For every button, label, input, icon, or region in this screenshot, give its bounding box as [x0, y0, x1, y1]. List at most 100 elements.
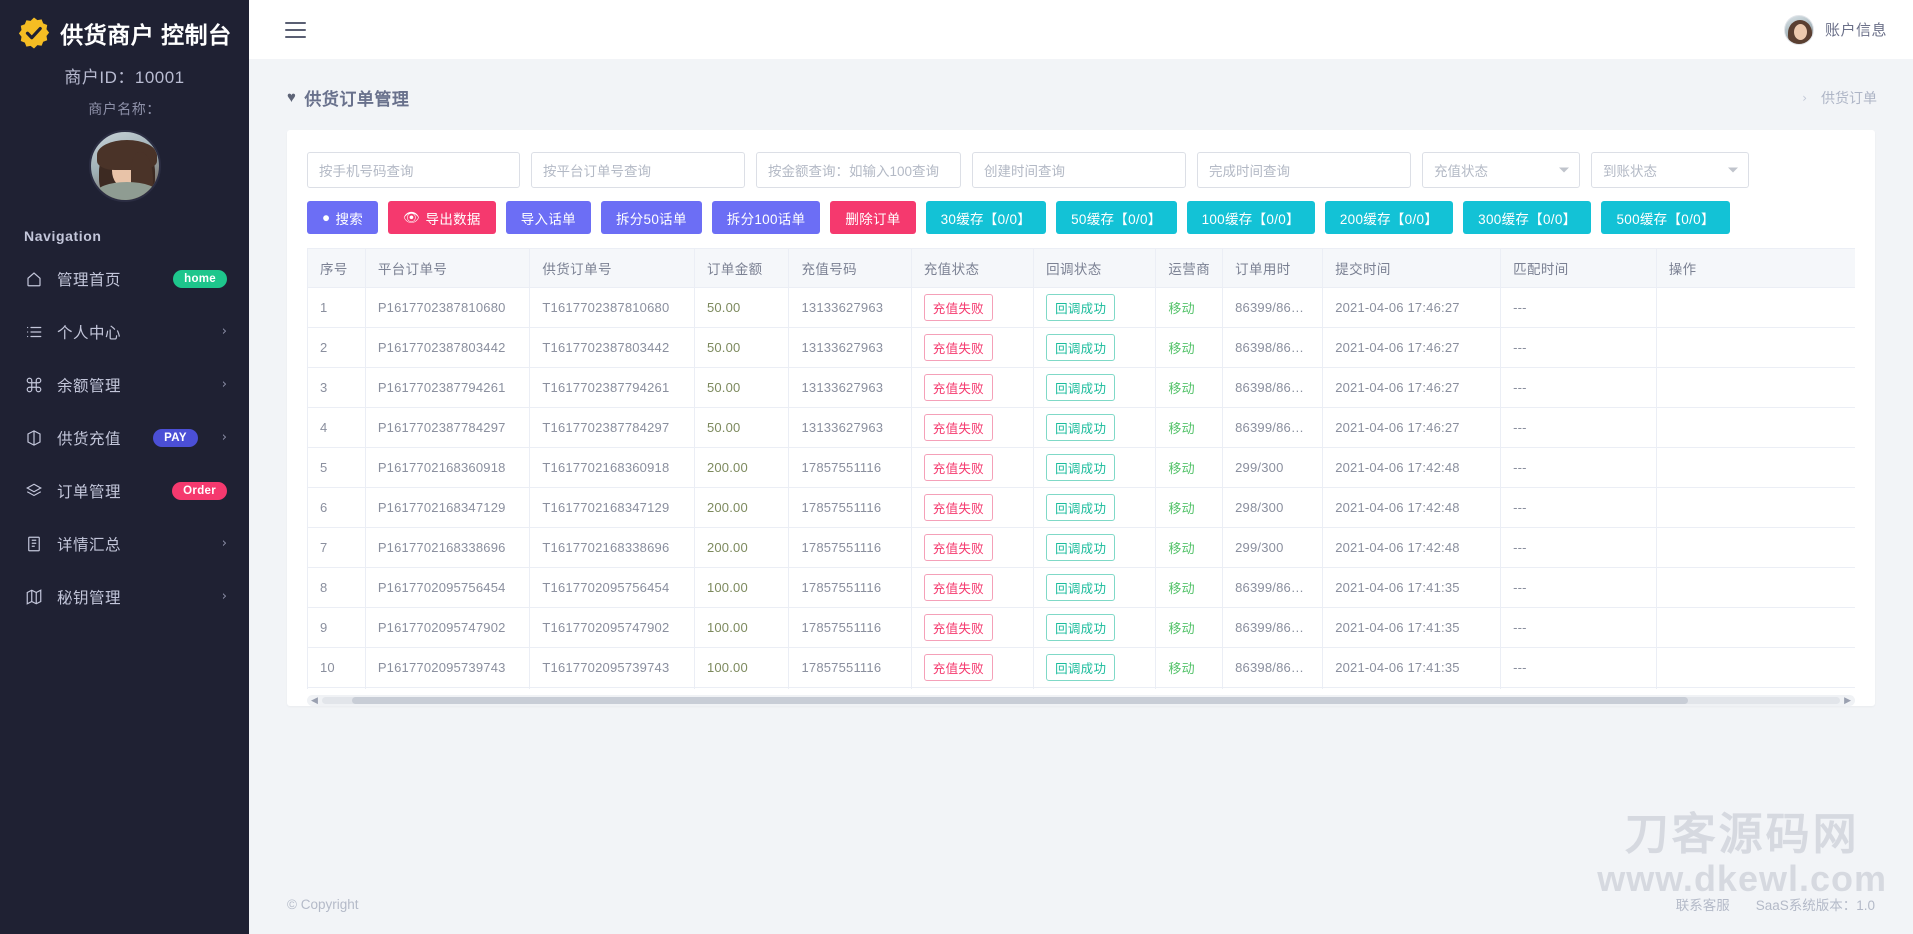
chevron-left-icon[interactable]: ◀	[307, 696, 322, 706]
sidebar-item-label: 余额管理	[57, 377, 122, 395]
sidebar-item-supply-recharge[interactable]: 供货充值 PAY ›	[0, 411, 249, 464]
command-icon	[24, 375, 43, 394]
cell-action[interactable]	[1655, 687, 1855, 689]
cell-supply-order: T1617702095739743	[529, 647, 695, 688]
table-row[interactable]: 9 P1617702095747902 T1617702095747902 100.0…	[307, 607, 1855, 648]
cell-action[interactable]	[1655, 527, 1855, 568]
sidebar-item-personal-center[interactable]: 个人中心 ›	[0, 305, 249, 358]
cell-match-time: ---	[1500, 527, 1657, 568]
sidebar-item-detail-summary[interactable]: 详情汇总 ›	[0, 517, 249, 570]
table-row[interactable]: 7 P1617702168338696 T1617702168338696 200.0…	[307, 527, 1855, 568]
chevron-right-icon[interactable]: ▶	[1840, 696, 1855, 706]
table-row[interactable]: 1 P1617702387810680 T1617702387810680 50.00…	[307, 287, 1855, 328]
column-header-callback-status: 回调状态	[1033, 248, 1157, 288]
cell-supply-order: T1617702387810680	[529, 287, 695, 328]
cell-action[interactable]	[1655, 447, 1855, 488]
cache-30-button[interactable]: 30缓存【0/0】	[925, 201, 1047, 234]
status-badge-callback: 回调成功	[1046, 334, 1116, 361]
cache-50-button[interactable]: 50缓存【0/0】	[1056, 201, 1177, 234]
status-badge-recharge: 充值失败	[923, 494, 993, 521]
cell-action[interactable]	[1655, 327, 1855, 368]
cell-seq: 7	[307, 527, 366, 568]
cell-action[interactable]	[1655, 407, 1855, 448]
table-row[interactable]: 5 P1617702168360918 T1617702168360918 200.0…	[307, 447, 1855, 488]
export-button[interactable]: 👁 导出数据	[388, 201, 496, 234]
sidebar-item-label: 个人中心	[57, 324, 122, 342]
search-input-phone[interactable]: 按手机号码查询	[307, 152, 520, 188]
search-input-amount[interactable]: 按金额查询：如输入100查询	[756, 152, 961, 188]
cell-recharge-status: 充值失败	[910, 687, 1035, 689]
cell-duration: 86399/86…	[1222, 287, 1324, 328]
search-input-platform-order[interactable]: 按平台订单号查询	[531, 152, 745, 188]
contact-support-link[interactable]: 联系客服	[1676, 894, 1730, 914]
brand-title: 供货商户 控制台	[60, 22, 232, 48]
sidebar-item-label: 秘钥管理	[57, 589, 122, 607]
cell-action[interactable]	[1655, 567, 1855, 608]
cell-submit-time: 2021-04-06 17:46:27	[1322, 367, 1502, 408]
cell-duration: 86398/86…	[1222, 327, 1324, 368]
status-badge-callback: 回调成功	[1046, 654, 1116, 681]
cell-duration: 86399/86…	[1222, 407, 1324, 448]
footer: © Copyright 联系客服 SaaS系统版本：1.0	[249, 874, 1913, 934]
sidebar-item-key-management[interactable]: 秘钥管理 ›	[0, 570, 249, 623]
table-row[interactable]: 11P1617702095728862T1617702095728862100.…	[307, 687, 1855, 689]
cell-phone: 17857551116	[788, 447, 912, 488]
column-header-match-time: 匹配时间	[1500, 248, 1657, 288]
sidebar: 供货商户 控制台 商户ID：10001 商户名称： Navigation 管理首…	[0, 0, 249, 934]
delete-order-button[interactable]: 删除订单	[830, 201, 916, 234]
scrollbar-thumb[interactable]	[352, 697, 1689, 704]
select-arrival-status[interactable]: 到账状态	[1591, 152, 1749, 188]
cell-action[interactable]	[1655, 487, 1855, 528]
cell-supply-order: T1617702168360918	[529, 447, 695, 488]
cell-submit-time: 2021-04-06 17:46:27	[1322, 327, 1502, 368]
cell-action[interactable]	[1655, 287, 1855, 328]
table-row[interactable]: 8 P1617702095756454 T1617702095756454 100.0…	[307, 567, 1855, 608]
chevron-down-icon	[1559, 167, 1569, 173]
cell-action[interactable]	[1655, 607, 1855, 648]
split-50-button[interactable]: 拆分50话单	[600, 201, 702, 234]
search-button[interactable]: ● 搜索	[307, 201, 379, 234]
table-row[interactable]: 3 P1617702387794261 T1617702387794261 50.00…	[307, 367, 1855, 408]
cache-500-button[interactable]: 500缓存【0/0】	[1601, 201, 1730, 234]
cell-carrier: 移动	[1155, 567, 1224, 608]
search-input-create-time[interactable]: 创建时间查询	[972, 152, 1186, 188]
cell-submit-time: 2021-04-06 17:46:27	[1322, 287, 1502, 328]
account-info-button[interactable]: 账户信息	[1783, 14, 1887, 45]
hamburger-icon[interactable]	[285, 21, 306, 38]
cache-300-button[interactable]: 300缓存【0/0】	[1463, 201, 1592, 234]
split-100-button[interactable]: 拆分100话单	[711, 201, 821, 234]
cell-amount: 50.00	[693, 407, 790, 448]
column-header-platform-order: 平台订单号	[364, 248, 531, 288]
heart-icon: ♥	[287, 89, 297, 106]
breadcrumb: › 供货订单	[1802, 88, 1877, 108]
table-row[interactable]: 4 P1617702387784297 T1617702387784297 50.00…	[307, 407, 1855, 448]
chevron-right-icon: ›	[221, 377, 227, 392]
cache-200-button[interactable]: 200缓存【0/0】	[1324, 201, 1454, 234]
cell-action[interactable]	[1655, 647, 1855, 688]
sidebar-item-home[interactable]: 管理首页 home	[0, 252, 249, 305]
horizontal-scrollbar[interactable]: ◀ ▶	[307, 695, 1855, 706]
column-header-seq: 序号	[307, 248, 366, 288]
cell-action[interactable]	[1655, 367, 1855, 408]
system-version-text: SaaS系统版本：1.0	[1755, 898, 1875, 913]
cell-duration: 299/300	[1222, 527, 1324, 568]
scrollbar-track[interactable]	[321, 697, 1841, 704]
brand[interactable]: 供货商户 控制台	[0, 0, 249, 52]
cell-match-time: ---	[1500, 367, 1657, 408]
box-icon	[24, 428, 43, 447]
cell-platform-order: P1617702387794261	[364, 367, 531, 408]
cache-100-button[interactable]: 100缓存【0/0】	[1186, 201, 1315, 234]
import-button[interactable]: 导入话单	[505, 201, 591, 234]
cell-duration: 299/300	[1222, 447, 1324, 488]
table-row[interactable]: 2 P1617702387803442 T1617702387803442 50.00…	[307, 327, 1855, 368]
table-row[interactable]: 6 P1617702168347129 T1617702168347129 200.0…	[307, 487, 1855, 528]
sidebar-item-balance[interactable]: 余额管理 ›	[0, 358, 249, 411]
sidebar-item-order-management[interactable]: 订单管理 Order	[0, 464, 249, 517]
table-row[interactable]: 10 P1617702095739743 T1617702095739743 100.…	[307, 647, 1855, 688]
cell-platform-order: P1617702168338696	[364, 527, 531, 568]
page-header: ♥ 供货订单管理 › 供货订单	[249, 59, 1913, 110]
cell-submit-time: 2021-04-06 17:41:35	[1322, 647, 1502, 688]
search-input-finish-time[interactable]: 完成时间查询	[1197, 152, 1411, 188]
cell-platform-order: P1617702095747902	[364, 607, 531, 648]
select-recharge-status[interactable]: 充值状态	[1422, 152, 1580, 188]
